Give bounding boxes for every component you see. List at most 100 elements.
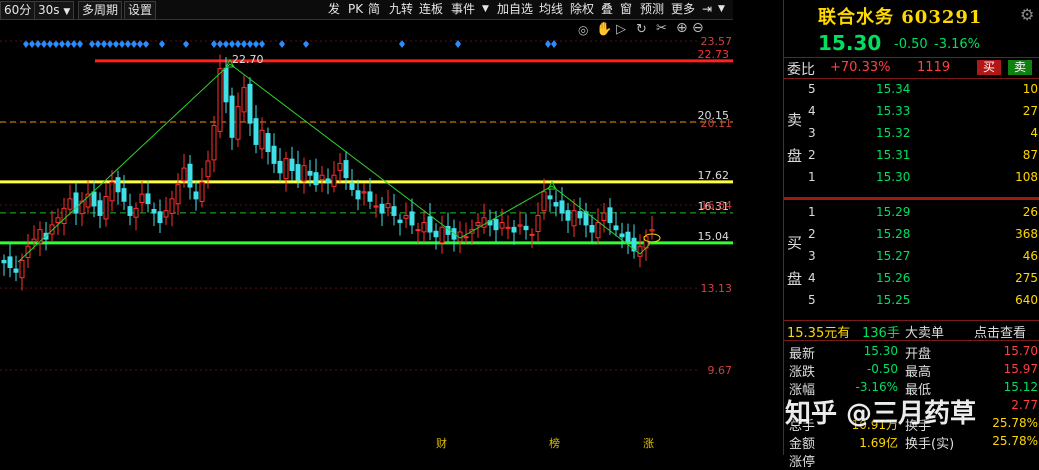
buy-level-1: 1 — [808, 205, 816, 219]
toolbar-fa-button[interactable]: 发 — [328, 1, 340, 18]
candle-body — [493, 218, 499, 231]
big-order-row[interactable]: 15.35元有 136手 大卖单 点击查看 — [784, 321, 1039, 341]
chevron-down-icon[interactable]: ▼ — [718, 1, 725, 18]
interval-30s-select[interactable]: 30s ▼ — [34, 1, 75, 20]
weibi-row: 委比 +70.33% 1119 买 卖 — [784, 58, 1039, 78]
ex-rights-button[interactable]: 除权 — [570, 1, 594, 18]
moving-average-button[interactable]: 均线 — [539, 1, 563, 18]
candle-body — [589, 224, 595, 233]
gear-icon[interactable]: ⚙ — [1020, 5, 1034, 24]
sell-volume-2: 87 — [1022, 148, 1038, 162]
bottom-flag: 榜 — [549, 436, 560, 450]
zoom-out-icon[interactable]: ⊖ — [692, 20, 704, 36]
candle-body — [271, 145, 277, 164]
weibi-value: +70.33% — [830, 60, 891, 75]
candle-body — [13, 268, 19, 273]
sell-volume-3: 4 — [1030, 126, 1038, 140]
divider — [784, 78, 1039, 79]
candle-body — [235, 106, 241, 140]
toolbar-jiuzhuan-button[interactable]: 九转 — [389, 1, 413, 18]
candle-body — [355, 190, 361, 200]
candle-body — [73, 192, 79, 214]
period-60min-button[interactable]: 60分 — [0, 1, 36, 20]
divider — [784, 340, 1039, 341]
view-detail-link[interactable]: 点击查看 — [974, 322, 1026, 341]
sell-orderbook: 卖盘 5 15.34 10 4 15.33 27 3 15.32 4 2 15.31 87 1 15.30… — [784, 80, 1039, 195]
sell-price-2: 15.31 — [876, 148, 911, 162]
candle-body — [541, 191, 547, 212]
change-label: 涨跌 — [789, 365, 816, 380]
add-watchlist-button[interactable]: 加自选 — [497, 1, 533, 18]
toolbar-lianban-button[interactable]: 连板 — [419, 1, 443, 18]
candle-body — [433, 230, 439, 238]
candle-body — [91, 191, 97, 207]
stock-name: 联合水务 603291 — [818, 3, 982, 29]
toolbar-events-button[interactable]: 事件 — [451, 1, 475, 18]
sell-level-2: 2 — [808, 148, 816, 162]
sell-side-label: 卖盘 — [787, 111, 803, 165]
settings-button[interactable]: 设置 — [124, 1, 157, 20]
current-price: 15.30 — [818, 31, 882, 55]
candle-body — [559, 200, 565, 214]
candle-body — [397, 219, 403, 224]
window-button[interactable]: 窗 — [620, 1, 632, 18]
amount-value: 1.69亿 — [859, 436, 898, 450]
candle-body — [625, 231, 631, 242]
scissors-icon[interactable]: ✂ — [656, 21, 667, 36]
more-button[interactable]: 更多 — [671, 1, 695, 18]
chart-toolbar: 60分 30s ▼ 多周期 设置 发 PK 简 九转 连板 事件 ▼ 加自选 均… — [0, 0, 733, 20]
peak-label: 22.70 — [232, 53, 264, 66]
buy-price-2: 15.28 — [876, 227, 911, 241]
events-chevron-down-icon[interactable]: ▼ — [482, 1, 489, 18]
candle-body — [67, 198, 73, 210]
buy-button[interactable]: 买 — [977, 60, 1001, 75]
buy-side-label: 买盘 — [787, 234, 803, 288]
sell-level-5: 5 — [808, 82, 816, 96]
multi-period-button[interactable]: 多周期 — [78, 1, 123, 20]
price-change: -0.50 — [894, 37, 928, 52]
forecast-button[interactable]: 预测 — [640, 1, 664, 18]
sell-button[interactable]: 卖 — [1008, 60, 1032, 75]
candle-body — [325, 178, 331, 183]
candle-body — [217, 68, 223, 132]
sell-volume-1: 108 — [1015, 170, 1038, 184]
sell-price-3: 15.32 — [876, 126, 911, 140]
open-value: 15.70 — [1003, 344, 1038, 358]
pct-value: -3.16% — [855, 380, 898, 394]
buy-level-3: 3 — [808, 249, 816, 263]
candle-body — [61, 207, 67, 224]
candle-body — [601, 212, 607, 221]
buy-volume-1: 26 — [1022, 205, 1038, 219]
candle-body — [175, 184, 181, 205]
big-order-volume: 136手 — [862, 326, 900, 341]
refresh-icon[interactable]: ↻ — [636, 22, 647, 37]
zoom-in-icon[interactable]: ⊕ — [676, 20, 688, 36]
candle-body — [571, 210, 577, 227]
candle-body — [7, 256, 13, 269]
candle-body — [439, 226, 445, 244]
toolbar-pk-button[interactable]: PK — [348, 1, 363, 18]
y-axis-label: 20.11 — [701, 117, 733, 130]
play-icon[interactable]: ▷ — [616, 22, 626, 37]
candle-body — [595, 222, 601, 239]
amount-label: 金额 — [789, 437, 816, 452]
hand-icon[interactable]: ✋ — [596, 22, 612, 37]
candle-body — [535, 214, 541, 233]
candle-body — [109, 181, 115, 202]
buy-price-5: 15.25 — [876, 293, 911, 307]
overlay-button[interactable]: 叠 — [601, 1, 613, 18]
candle-body — [223, 67, 229, 103]
candle-body — [145, 193, 151, 205]
candle-body — [427, 216, 433, 233]
pin-icon[interactable]: ⇥ — [702, 1, 712, 18]
kline-chart[interactable]: 22.73 20.15 17.62 16.31 15.04 23.57 20.11 16.64… — [0, 20, 733, 455]
sell-price-1: 15.30 — [876, 170, 911, 184]
bottom-flag: 财 — [436, 436, 447, 450]
toolbar-jian-button[interactable]: 简 — [368, 1, 380, 18]
sell-price-4: 15.33 — [876, 104, 911, 118]
real-turnover-label: 换手(实) — [905, 437, 955, 452]
eye-icon[interactable]: ◎ — [578, 23, 588, 37]
candle-body — [19, 259, 25, 279]
candle-body — [637, 245, 643, 257]
candle-body — [259, 129, 265, 150]
